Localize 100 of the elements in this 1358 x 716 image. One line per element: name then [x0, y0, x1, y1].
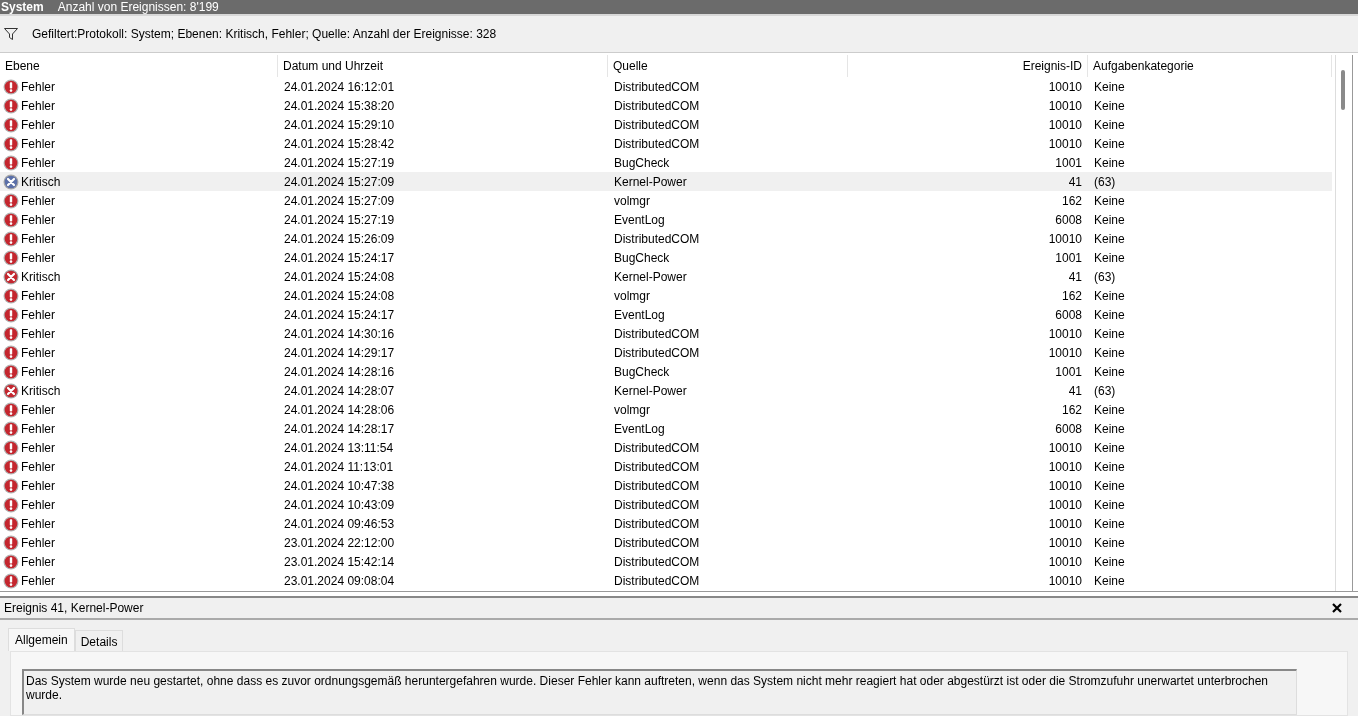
date-cell-text: 24.01.2024 14:28:17: [283, 421, 396, 436]
event-id-cell-text: 10010: [1047, 478, 1083, 493]
event-row[interactable]: Fehler 24.01.2024 14:30:16 DistributedCOM 10010 Keine: [0, 324, 1332, 343]
column-header[interactable]: Ebene: [0, 55, 278, 77]
error-icon: [3, 401, 19, 418]
category-cell-text: Keine: [1093, 117, 1126, 132]
error-icon: [3, 534, 19, 551]
level-text: Fehler: [21, 136, 55, 151]
date-cell-text: 24.01.2024 15:24:17: [283, 250, 396, 265]
event-id-cell-text: 1001: [1054, 250, 1083, 265]
date-cell-text: 24.01.2024 15:27:19: [283, 212, 396, 227]
tab[interactable]: Allgemein: [8, 628, 75, 651]
tab[interactable]: Details: [74, 630, 124, 651]
category-cell-text: (63): [1093, 269, 1117, 284]
event-row[interactable]: Fehler 24.01.2024 15:27:19 BugCheck 1001 Keine: [0, 153, 1332, 172]
error-icon: [3, 572, 19, 589]
error-icon: [3, 553, 19, 570]
date-cell-text: 24.01.2024 15:26:09: [283, 231, 396, 246]
event-row[interactable]: Fehler 23.01.2024 09:08:04 DistributedCOM 10010 Keine: [0, 571, 1332, 590]
category-cell-text: Keine: [1093, 573, 1126, 588]
date-cell-text: 24.01.2024 14:28:06: [283, 402, 396, 417]
event-row[interactable]: Fehler 24.01.2024 15:38:20 DistributedCOM 10010 Keine: [0, 96, 1332, 115]
level-text: Fehler: [21, 478, 55, 493]
level-text: Fehler: [21, 79, 55, 94]
event-id-cell-text: 10010: [1047, 497, 1083, 512]
event-row[interactable]: Fehler 24.01.2024 09:46:53 DistributedCOM 10010 Keine: [0, 514, 1332, 533]
event-row[interactable]: Fehler 24.01.2024 15:26:09 DistributedCOM 10010 Keine: [0, 229, 1332, 248]
event-id-cell-text: 10010: [1047, 573, 1083, 588]
date-cell-text: 24.01.2024 15:24:17: [283, 307, 396, 322]
source-cell-text: EventLog: [613, 212, 666, 227]
event-row[interactable]: Fehler 24.01.2024 15:29:10 DistributedCOM 10010 Keine: [0, 115, 1332, 134]
level-text: Fehler: [21, 250, 55, 265]
event-row[interactable]: Fehler 24.01.2024 16:12:01 DistributedCOM 10010 Keine: [0, 77, 1332, 96]
source-cell-text: DistributedCOM: [613, 231, 701, 246]
event-row[interactable]: Fehler 24.01.2024 15:24:17 EventLog 6008 Keine: [0, 305, 1332, 324]
level-text: Fehler: [21, 516, 55, 531]
date-cell-text: 24.01.2024 15:27:19: [283, 155, 396, 170]
level-text: Kritisch: [21, 383, 61, 398]
event-id-cell-text: 1001: [1054, 364, 1083, 379]
event-id-cell-text: 10010: [1047, 326, 1083, 341]
column-header[interactable]: Datum und Uhrzeit: [278, 55, 608, 77]
column-header[interactable]: Quelle: [608, 55, 848, 77]
source-cell-text: Kernel-Power: [613, 269, 688, 284]
event-row[interactable]: Fehler 24.01.2024 14:28:06 volmgr 162 Keine: [0, 400, 1332, 419]
source-cell-text: DistributedCOM: [613, 136, 701, 151]
event-id-cell-text: 10010: [1047, 231, 1083, 246]
error-icon: [3, 458, 19, 475]
event-row[interactable]: Fehler 24.01.2024 10:47:38 DistributedCOM 10010 Keine: [0, 476, 1332, 495]
event-row[interactable]: Kritisch 24.01.2024 14:28:07 Kernel-Power 41 (63): [0, 381, 1332, 400]
level-text: Fehler: [21, 193, 55, 208]
detail-title: Ereignis 41, Kernel-Power: [4, 601, 144, 615]
event-row[interactable]: Fehler 24.01.2024 11:13:01 DistributedCOM 10010 Keine: [0, 457, 1332, 476]
category-cell-text: Keine: [1093, 136, 1126, 151]
source-cell-text: EventLog: [613, 307, 666, 322]
error-icon: [3, 363, 19, 380]
date-cell-text: 24.01.2024 15:27:09: [283, 193, 396, 208]
close-button[interactable]: [1332, 603, 1342, 613]
category-cell-text: Keine: [1093, 288, 1126, 303]
date-cell-text: 24.01.2024 15:27:09: [283, 174, 396, 189]
event-row[interactable]: Fehler 24.01.2024 15:27:19 EventLog 6008 Keine: [0, 210, 1332, 229]
event-id-cell-text: 41: [1067, 174, 1083, 189]
category-cell-text: Keine: [1093, 516, 1126, 531]
event-row[interactable]: Fehler 24.01.2024 14:29:17 DistributedCOM 10010 Keine: [0, 343, 1332, 362]
date-cell-text: 23.01.2024 22:12:00: [283, 535, 396, 550]
event-row[interactable]: Fehler 23.01.2024 22:12:00 DistributedCOM 10010 Keine: [0, 533, 1332, 552]
scroll-thumb[interactable]: [1341, 70, 1345, 110]
event-row[interactable]: Fehler 24.01.2024 10:43:09 DistributedCOM 10010 Keine: [0, 495, 1332, 514]
date-cell-text: 24.01.2024 14:30:16: [283, 326, 396, 341]
level-text: Fehler: [21, 345, 55, 360]
event-row[interactable]: Fehler 24.01.2024 14:28:17 EventLog 6008 Keine: [0, 419, 1332, 438]
level-text: Fehler: [21, 288, 55, 303]
event-row[interactable]: Fehler 24.01.2024 15:24:17 BugCheck 1001 Keine: [0, 248, 1332, 267]
event-id-cell-text: 6008: [1054, 307, 1083, 322]
level-text: Fehler: [21, 402, 55, 417]
source-cell-text: DistributedCOM: [613, 345, 701, 360]
event-row[interactable]: Fehler 23.01.2024 15:42:14 DistributedCOM 10010 Keine: [0, 552, 1332, 571]
column-header[interactable]: Aufgabenkategorie: [1088, 55, 1332, 77]
category-cell-text: Keine: [1093, 345, 1126, 360]
category-cell-text: Keine: [1093, 326, 1126, 341]
source-cell-text: DistributedCOM: [613, 535, 701, 550]
event-row[interactable]: Kritisch 24.01.2024 15:27:09 Kernel-Power 41 (63): [0, 172, 1332, 191]
event-row[interactable]: Fehler 24.01.2024 14:28:16 BugCheck 1001 Keine: [0, 362, 1332, 381]
scrollbar[interactable]: [1335, 55, 1353, 591]
source-cell-text: DistributedCOM: [613, 117, 701, 132]
event-id-cell-text: 6008: [1054, 212, 1083, 227]
error-icon: [3, 135, 19, 152]
event-id-cell-text: 162: [1060, 402, 1083, 417]
error-icon: [3, 325, 19, 342]
category-cell-text: Keine: [1093, 421, 1126, 436]
column-header[interactable]: Ereignis-ID: [848, 55, 1088, 77]
event-row[interactable]: Kritisch 24.01.2024 15:24:08 Kernel-Power 41 (63): [0, 267, 1332, 286]
event-row[interactable]: Fehler 24.01.2024 15:24:08 volmgr 162 Keine: [0, 286, 1332, 305]
event-row[interactable]: Fehler 24.01.2024 15:27:09 volmgr 162 Keine: [0, 191, 1332, 210]
event-row[interactable]: Fehler 24.01.2024 13:11:54 DistributedCOM 10010 Keine: [0, 438, 1332, 457]
date-cell-text: 24.01.2024 14:28:07: [283, 383, 396, 398]
source-cell-text: Kernel-Power: [613, 383, 688, 398]
error-icon: [3, 420, 19, 437]
category-cell-text: Keine: [1093, 440, 1126, 455]
event-row[interactable]: Fehler 24.01.2024 15:28:42 DistributedCOM 10010 Keine: [0, 134, 1332, 153]
category-cell-text: Keine: [1093, 250, 1126, 265]
